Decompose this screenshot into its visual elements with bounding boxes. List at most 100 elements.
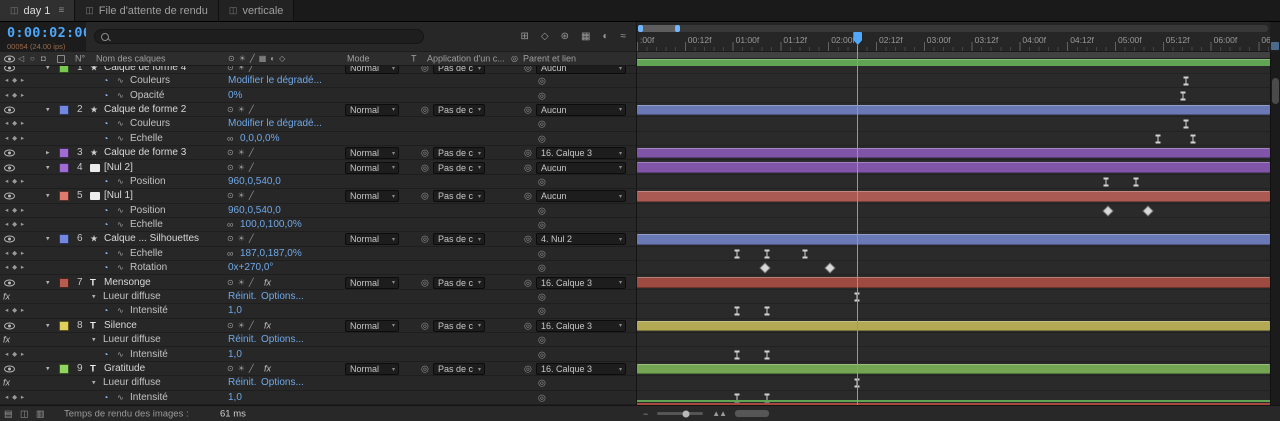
stopwatch-icon[interactable]: ◔ [103,206,108,215]
graph-icon[interactable]: ∿ [117,135,124,143]
property-row[interactable]: ◂ ◆ ▸◔∿Intensité1,0◎ [0,304,1270,318]
vertical-scrollbar-handle[interactable] [1272,78,1279,104]
parent-dropdown[interactable]: Aucun▾ [536,190,626,202]
layer-row-2[interactable]: ▾2★Calque de forme 2⊙☀╱Normal▾◎Pas de c▾… [0,103,1270,117]
property-row[interactable]: ◂ ◆ ▸◔∿CouleursModifier le dégradé...◎ [0,117,1270,131]
property-value[interactable]: 187,0,187,0% [240,249,302,259]
eye-icon[interactable] [4,236,15,243]
options-link[interactable]: Options... [261,378,304,388]
row-timeline-cell[interactable] [637,88,1270,102]
property-value[interactable]: 100,0,100,0% [240,220,302,230]
label-swatch[interactable] [59,364,69,374]
parent-dropdown[interactable]: 16. Calque 3▾ [536,277,626,289]
twirl-icon[interactable]: ▾ [46,236,50,243]
keyframe-navigator[interactable]: ◂ ◆ ▸ [5,265,25,272]
ruler-tick-area[interactable]: :00f00:12f01:00f01:12f02:00f02:12f03:00f… [637,33,1270,51]
zoom-in-icon[interactable]: ▲▲ [712,409,726,418]
parent-pickwhip-icon[interactable]: ◎ [524,321,532,330]
layer-name[interactable]: Calque de forme 2 [104,105,186,115]
keyframe-navigator[interactable]: ◂ ◆ ▸ [5,308,25,315]
vertical-scrollbar[interactable] [1270,52,1280,405]
row-timeline-cell[interactable] [637,103,1270,117]
twirl-icon[interactable]: ▾ [46,106,50,113]
row-timeline-cell[interactable] [637,146,1270,160]
property-row[interactable]: ◂ ◆ ▸◔∿Position960,0,540,0◎ [0,204,1270,218]
tab-verticale[interactable]: ◫ verticale [219,0,294,21]
property-pickwhip-icon[interactable]: ◎ [538,379,546,388]
twirl-icon[interactable]: ▾ [46,366,50,373]
expand-inout-panes-icon[interactable]: ▥ [36,408,45,419]
parent-pickwhip-icon[interactable]: ◎ [524,278,532,287]
time-ruler[interactable]: :00f00:12f01:00f01:12f02:00f02:12f03:00f… [637,22,1270,52]
property-value[interactable]: Modifier le dégradé... [228,76,322,86]
stopwatch-icon[interactable]: ◔ [103,221,108,230]
layer-duration-bar[interactable] [637,277,1270,287]
row-timeline-cell[interactable] [637,132,1270,146]
keyframe-icon[interactable] [1180,91,1185,100]
graph-icon[interactable]: ∿ [117,120,124,128]
row-timeline-cell[interactable] [637,347,1270,361]
property-value[interactable]: 0% [228,91,242,101]
mode-dropdown[interactable]: Normal▾ [345,320,399,332]
layer-name[interactable]: Silence [104,321,137,331]
link-icon[interactable]: ∞ [227,249,233,258]
property-pickwhip-icon[interactable]: ◎ [538,206,546,215]
eye-icon[interactable] [4,366,15,373]
layer-row-3[interactable]: ▸3★Calque de forme 3⊙☀╱Normal▾◎Pas de c▾… [0,146,1270,160]
trackmatte-dropdown[interactable]: Pas de c▾ [433,66,485,74]
tab-render-queue[interactable]: ◫ File d'attente de rendu [75,0,219,21]
row-timeline-cell[interactable] [637,275,1270,289]
label-swatch[interactable] [59,234,69,244]
horizontal-scrollbar-handle[interactable] [735,410,769,417]
timecode-block[interactable]: 0:00:02:06 00054 (24.00 ips) [0,22,86,52]
row-timeline-cell[interactable] [637,261,1270,275]
keyframe-icon[interactable] [735,350,740,359]
mode-dropdown[interactable]: Normal▾ [345,66,399,74]
motion-blur-icon[interactable]: ◐ [602,31,608,42]
layer-switches[interactable]: ⊙☀╱ [227,106,258,114]
search-box[interactable] [94,29,424,44]
graph-icon[interactable]: ∿ [117,221,124,229]
property-row[interactable]: ◂ ◆ ▸◔∿Intensité1,0◎ [0,347,1270,361]
row-timeline-cell[interactable] [637,66,1270,74]
property-name[interactable]: Echelle [130,249,163,259]
property-value[interactable]: 960,0,540,0 [228,206,281,216]
keyframe-icon[interactable] [764,307,769,316]
expand-transfer-controls-icon[interactable]: ◫ [20,408,29,419]
keyframe-navigator[interactable]: ◂ ◆ ▸ [5,222,25,229]
property-name[interactable]: Position [130,206,166,216]
effect-name[interactable]: Lueur diffuse [103,378,161,388]
keyframe-icon[interactable] [802,249,807,258]
effect-row[interactable]: fx▾Lueur diffuseRéinit.Options...◎ [0,376,1270,390]
reset-link[interactable]: Réinit. [228,335,256,345]
reset-link[interactable]: Réinit. [228,378,256,388]
parent-pickwhip-icon[interactable]: ◎ [524,105,532,114]
property-name[interactable]: Echelle [130,134,163,144]
layer-row-5[interactable]: ▾5[Nul 1]⊙☀╱Normal▾◎Pas de c▾◎Aucun▾ [0,189,1270,203]
eye-icon[interactable] [4,164,15,171]
property-value[interactable]: 960,0,540,0 [228,177,281,187]
property-pickwhip-icon[interactable]: ◎ [538,120,546,129]
keyframe-navigator[interactable]: ◂ ◆ ▸ [5,207,25,214]
layer-duration-bar[interactable] [637,191,1270,201]
property-name[interactable]: Couleurs [130,76,170,86]
property-row[interactable]: ◂ ◆ ▸◔∿Echelle∞0,0,0,0%◎ [0,132,1270,146]
layer-switches[interactable]: ⊙☀╱ [227,164,258,172]
trackmatte-dropdown[interactable]: Pas de c▾ [433,233,485,245]
layer-duration-bar[interactable] [637,148,1270,158]
parent-dropdown[interactable]: Aucun▾ [536,66,626,74]
row-timeline-cell[interactable] [637,218,1270,232]
parent-dropdown[interactable]: 16. Calque 3▾ [536,147,626,159]
layer-name[interactable]: Gratitude [104,364,145,374]
navigator-start-handle[interactable] [638,25,643,32]
parent-pickwhip-icon[interactable]: ◎ [524,235,532,244]
row-timeline-cell[interactable] [637,247,1270,261]
layer-duration-bar[interactable] [637,321,1270,331]
property-name[interactable]: Echelle [130,220,163,230]
layer-duration-bar[interactable] [637,364,1270,374]
property-pickwhip-icon[interactable]: ◎ [538,177,546,186]
label-swatch[interactable] [59,66,69,73]
flowchart-icon[interactable]: ⊞ [521,31,529,42]
layer-row-8[interactable]: ▾8TSilence⊙☀╱fxNormal▾◎Pas de c▾◎16. Cal… [0,319,1270,333]
trackmatte-pickwhip-icon[interactable]: ◎ [421,66,429,73]
